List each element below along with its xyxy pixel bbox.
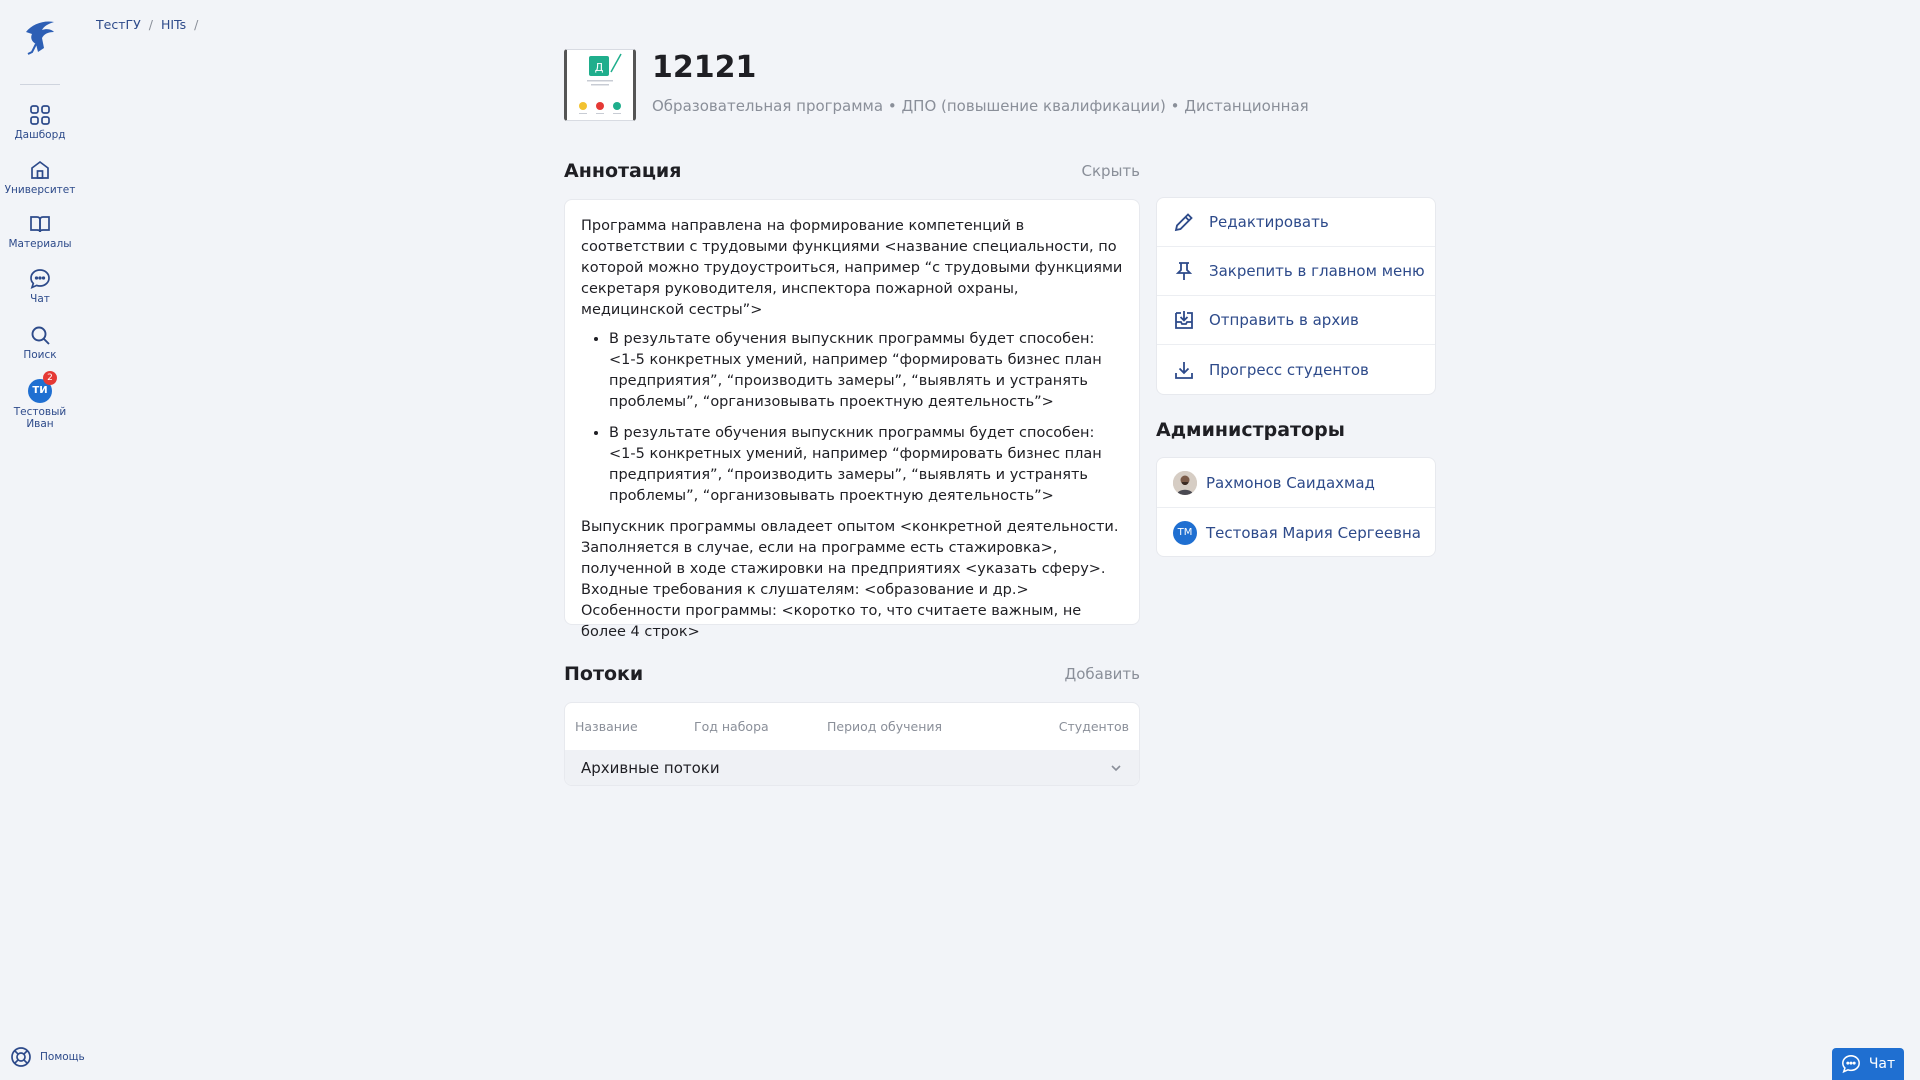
sidebar-item-label: Поиск (23, 349, 57, 361)
chat-icon (30, 269, 50, 290)
book-icon (30, 216, 50, 233)
page-title: 12121 (652, 50, 757, 85)
annotation-list: В результате обучения выпускник программ… (609, 329, 1123, 507)
archived-streams-toggle[interactable]: Архивные потоки (565, 750, 1139, 785)
user-name-last: Иван (26, 418, 54, 430)
logo-icon[interactable] (22, 18, 58, 56)
sidebar-item-label: Чат (30, 293, 50, 305)
sidebar: Дашборд Университет Материалы Чат Поиск … (0, 0, 85, 1080)
archive-button[interactable]: Отправить в архив (1157, 296, 1435, 345)
download-icon (1175, 361, 1193, 379)
chat-button-label: Чат (1868, 1056, 1896, 1072)
sidebar-item-dashboard[interactable]: Дашборд (0, 104, 80, 141)
action-label: Закрепить в главном меню (1209, 262, 1425, 280)
action-label: Прогресс студентов (1209, 360, 1369, 379)
cover-letter: Д (595, 61, 604, 74)
grid-icon (30, 105, 50, 125)
breadcrumb-separator: / (194, 17, 199, 32)
column-header[interactable]: Студентов (1007, 719, 1129, 734)
search-icon (31, 326, 50, 345)
avatar-initials: ТИ (32, 385, 48, 396)
sidebar-item-search[interactable]: Поиск (0, 324, 80, 361)
avatar: ТМ (1173, 521, 1197, 545)
breadcrumb: ТестГУ / HITs / (96, 17, 198, 32)
action-label: Отправить в архив (1209, 311, 1359, 329)
hide-annotation-button[interactable]: Скрыть (1040, 162, 1140, 180)
edit-button[interactable]: Редактировать (1157, 198, 1435, 247)
add-stream-button[interactable]: Добавить (1040, 665, 1140, 683)
admin-name: Рахмонов Саидахмад (1206, 473, 1375, 492)
breadcrumb-separator: / (148, 17, 153, 32)
breadcrumb-item[interactable]: ТестГУ (96, 17, 141, 32)
sidebar-item-label: Материалы (8, 238, 72, 250)
home-icon (31, 160, 49, 179)
annotation-card: Программа направлена на формирование ком… (564, 199, 1140, 640)
table-header: Название Год набора Период обучения Студ… (565, 703, 1139, 750)
sidebar-item-label: Университет (4, 184, 76, 196)
breadcrumb-item[interactable]: HITs (161, 17, 186, 32)
avatar (1173, 470, 1197, 495)
annotation-paragraph: Выпускник программы овладеет опытом <кон… (581, 519, 1119, 640)
annotation-bullet: В результате обучения выпускник программ… (609, 329, 1123, 413)
admin-item[interactable]: ТМ Тестовая Мария Сергеевна (1157, 508, 1435, 558)
streams-table: Название Год набора Период обучения Студ… (564, 702, 1140, 786)
lifebuoy-icon (11, 1047, 31, 1067)
column-header[interactable]: Год набора (694, 719, 827, 734)
sidebar-divider (20, 84, 60, 85)
annotation-paragraph: Программа направлена на формирование ком… (581, 218, 1123, 318)
chevron-down-icon (1111, 765, 1121, 772)
sidebar-item-label: Дашборд (14, 129, 66, 141)
user-name-first: Тестовый (13, 406, 67, 418)
notification-badge: 2 (43, 371, 57, 385)
admins-card: Рахмонов Саидахмад ТМ Тестовая Мария Сер… (1156, 457, 1436, 557)
sidebar-item-chat[interactable]: Чат (0, 268, 80, 305)
annotation-bullet: В результате обучения выпускник программ… (609, 423, 1123, 507)
chat-icon (1841, 1055, 1860, 1074)
sidebar-item-materials[interactable]: Материалы (0, 213, 80, 250)
column-header[interactable]: Название (575, 719, 694, 734)
program-cover-image: Д (564, 49, 636, 121)
avatar: ТИ 2 (28, 371, 57, 403)
program-subtitle: Образовательная программа • ДПО (повышен… (652, 97, 1309, 115)
streams-title: Потоки (564, 663, 644, 685)
admin-item[interactable]: Рахмонов Саидахмад (1157, 458, 1435, 508)
annotation-title: Аннотация (564, 160, 682, 182)
chat-button[interactable]: Чат (1832, 1048, 1904, 1080)
student-progress-button[interactable]: Прогресс студентов (1157, 345, 1435, 394)
admins-title: Администраторы (1156, 419, 1345, 441)
pencil-icon (1174, 213, 1193, 232)
actions-card: Редактировать Закрепить в главном меню О… (1156, 197, 1436, 395)
sidebar-item-profile[interactable]: ТИ 2 Тестовый Иван (0, 371, 80, 430)
archive-icon (1175, 311, 1193, 329)
column-header[interactable]: Период обучения (827, 719, 1007, 734)
archived-streams-label: Архивные потоки (581, 759, 720, 777)
pin-to-menu-button[interactable]: Закрепить в главном меню (1157, 247, 1435, 296)
sidebar-item-university[interactable]: Университет (0, 159, 80, 196)
admin-name: Тестовая Мария Сергеевна (1206, 524, 1421, 542)
action-label: Редактировать (1209, 213, 1329, 231)
pin-icon (1175, 262, 1193, 280)
help-label: Помощь (40, 1051, 85, 1063)
help-button[interactable]: Помощь (10, 1046, 85, 1068)
